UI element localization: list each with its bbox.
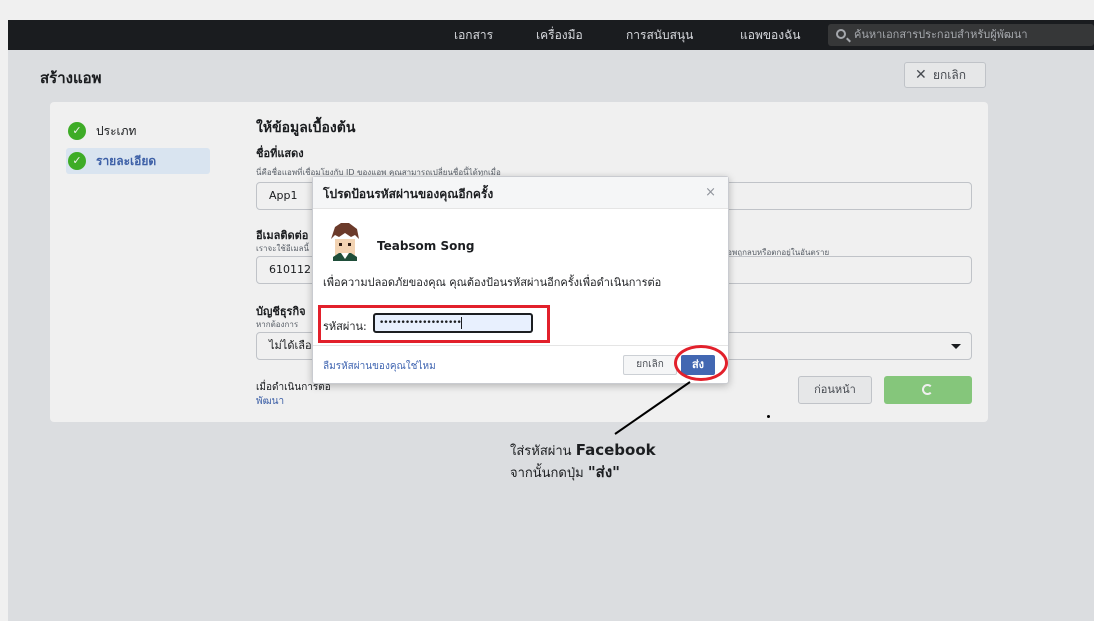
dialog-cancel-button[interactable]: ยกเลิก xyxy=(623,355,677,375)
close-icon[interactable]: × xyxy=(705,185,716,200)
annotation-line-1-bold: Facebook xyxy=(575,441,656,459)
dialog-message: เพื่อความปลอดภัยของคุณ คุณต้องป้อนรหัสผ่… xyxy=(323,276,662,289)
annotation-line-2-bold: "ส่ง" xyxy=(587,463,620,481)
dialog-header: โปรดป้อนรหัสผ่านของคุณอีกครั้ง × xyxy=(313,177,728,209)
annotation-line-2-prefix: จากนั้นกดปุ่ม xyxy=(510,466,588,481)
annotation-line-1-prefix: ใส่รหัสผ่าน xyxy=(510,444,576,459)
dialog-title: โปรดป้อนรหัสผ่านของคุณอีกครั้ง xyxy=(323,187,494,201)
annotation-line-2: จากนั้นกดปุ่ม "ส่ง" xyxy=(510,462,656,484)
reenter-password-dialog: โปรดป้อนรหัสผ่านของคุณอีกครั้ง × Teabsom… xyxy=(312,176,729,384)
user-name: Teabsom Song xyxy=(377,239,475,253)
stray-dot xyxy=(767,415,770,418)
forgot-password-link[interactable]: ลืมรหัสผ่านของคุณใช่ไหม xyxy=(323,359,436,374)
dialog-divider xyxy=(313,345,728,346)
submit-highlight-circle xyxy=(674,345,728,381)
password-highlight-box xyxy=(318,305,550,343)
avatar xyxy=(331,223,359,261)
annotation-line-1: ใส่รหัสผ่าน Facebook xyxy=(510,440,656,462)
annotation-text: ใส่รหัสผ่าน Facebook จากนั้นกดปุ่ม "ส่ง" xyxy=(510,440,656,484)
